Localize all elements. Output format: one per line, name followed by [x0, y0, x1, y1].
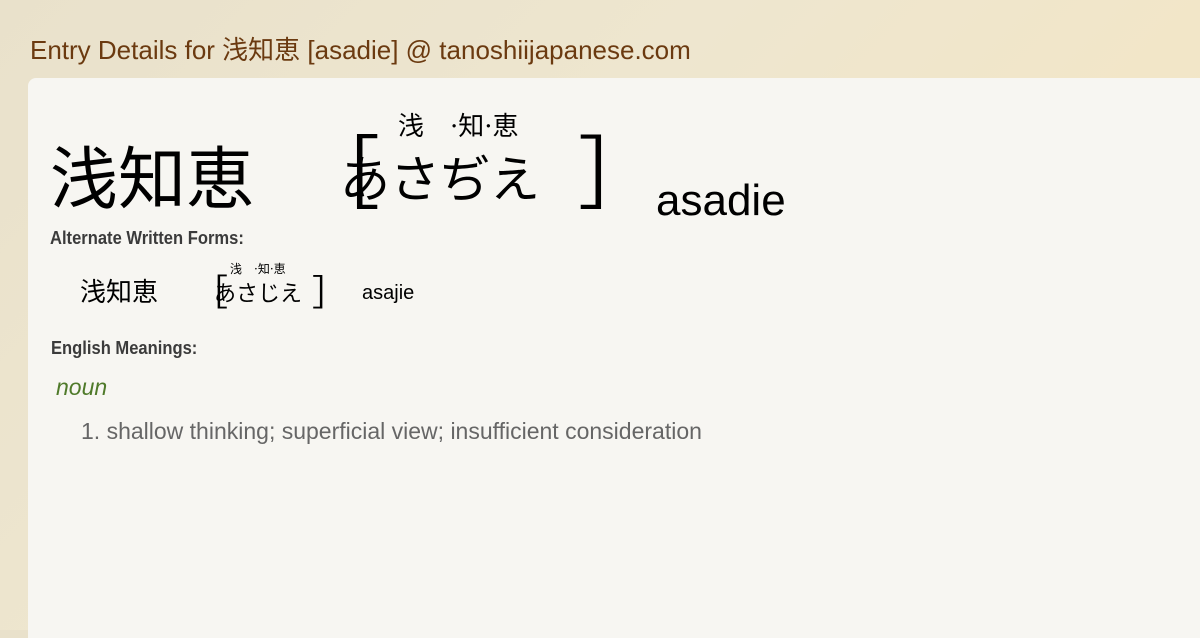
entry-furigana: 浅 ·知·恵 — [398, 112, 519, 142]
alt-kanji: 浅知恵 — [80, 278, 159, 308]
entry-kana: あさぢえ — [340, 151, 540, 209]
alt-furigana: 浅 ·知·恵 — [230, 262, 286, 276]
entry-romaji: asadie — [656, 176, 786, 225]
alt-romaji: asajie — [362, 282, 415, 304]
alternate-form-item: 浅知恵 ［ 浅 ·知·恵 あさじえ ］ asajie — [80, 256, 680, 316]
entry-card: 浅知恵 ［ 浅 ·知·恵 あさぢえ ］ asadie Alternate Wri… — [28, 78, 1200, 638]
bracket-close: ］ — [578, 128, 658, 221]
page-title: Entry Details for 浅知恵 [asadie] @ tanoshi… — [30, 35, 691, 65]
meaning-item: 1. shallow thinking; superficial view; i… — [81, 418, 702, 444]
english-meanings-label: English Meanings: — [51, 338, 198, 358]
main-entry: 浅知恵 ［ 浅 ·知·恵 あさぢえ ］ asadie — [50, 106, 950, 225]
alt-bracket-close: ］ — [312, 273, 349, 314]
alt-kana: あさじえ — [214, 282, 303, 307]
alternate-forms-label: Alternate Written Forms: — [50, 228, 244, 248]
entry-kanji: 浅知恵 — [50, 141, 255, 220]
part-of-speech: noun — [56, 374, 108, 400]
